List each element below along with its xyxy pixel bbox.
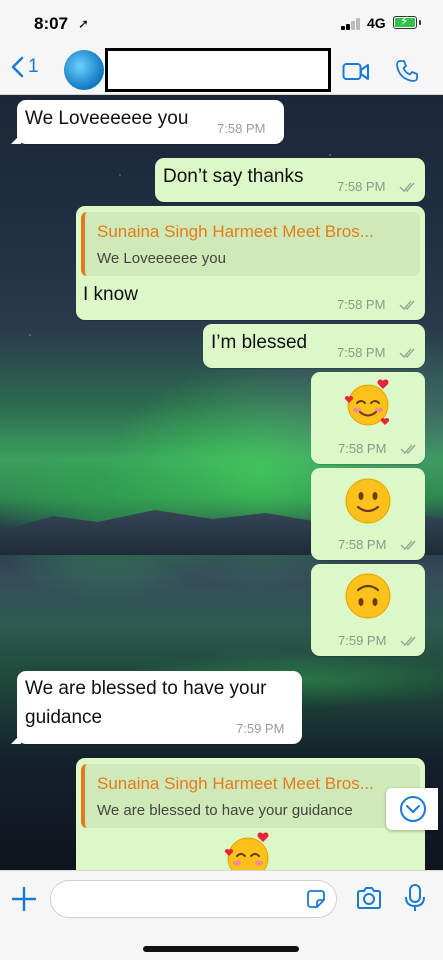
message-text: I know [83,284,138,305]
status-time: 8:07 [34,14,69,33]
read-receipt-icon [400,444,416,455]
chevron-down-icon [400,796,426,822]
signal-icon [341,18,363,30]
read-receipt-icon [400,540,416,551]
quoted-sender: Sunaina Singh Harmeet Meet Bros... [97,774,374,793]
avatar[interactable] [64,50,104,90]
emoji-message-bubble[interactable]: 7:58 PM [311,468,425,560]
message-text: Don’t say thanks [163,166,304,187]
status-bar: 8:07 ➚ 4G ⚡ [0,0,443,48]
emoji-message-bubble[interactable]: 7:59 PM [311,564,425,656]
message-text-line: We are blessed to have your [25,678,267,699]
message-time: 7:58 PM [337,297,386,312]
sticker-icon[interactable] [306,889,326,909]
quoted-text: We are blessed to have your guidance [97,802,353,819]
message-text-line: guidance [25,707,103,728]
video-call-icon[interactable] [342,61,370,83]
message-bubble[interactable]: I’m blessed 7:58 PM [203,324,425,368]
camera-icon[interactable] [355,885,383,911]
message-time: 7:58 PM [337,179,386,194]
plus-icon[interactable] [10,885,38,913]
read-receipt-icon [399,348,415,359]
message-time: 7:58 PM [337,345,386,360]
contact-name-redacted[interactable] [105,48,331,92]
reply-message-bubble[interactable]: Sunaina Singh Harmeet Meet Bros... We Lo… [76,206,425,320]
message-input[interactable] [65,887,305,911]
message-input-field[interactable] [50,880,337,918]
message-bubble[interactable]: We Loveeeeee you 7:58 PM [11,100,284,144]
emoji-message-bubble[interactable]: 7:58 PM [311,372,425,464]
unread-count: 1 [28,56,39,77]
battery-charging-icon: ⚡ [393,14,421,29]
message-text: We Loveeeeee you [25,108,189,129]
reply-message-bubble[interactable]: Sunaina Singh Harmeet Meet Bros... We ar… [76,758,425,870]
message-time: 7:58 PM [338,537,387,552]
smiling-face-with-hearts-icon [224,832,269,870]
quoted-message[interactable]: Sunaina Singh Harmeet Meet Bros... We ar… [81,764,420,828]
quoted-message[interactable]: Sunaina Singh Harmeet Meet Bros... We Lo… [81,212,420,276]
chat-area[interactable]: We Loveeeeee you 7:58 PM Don’t say thank… [0,95,443,870]
home-indicator[interactable] [143,946,299,952]
upside-down-face-icon [345,573,391,619]
network-label: 4G [367,15,386,31]
smiling-face-with-hearts-icon [344,379,390,426]
message-time: 7:58 PM [338,441,387,456]
quoted-text: We Loveeeeee you [97,250,226,267]
chat-header: 1 [0,48,443,95]
microphone-icon[interactable] [404,883,426,913]
message-time: 7:59 PM [236,721,285,736]
message-input-bar [0,870,443,960]
read-receipt-icon [399,182,415,193]
message-text: I’m blessed [211,332,308,353]
phone-call-icon[interactable] [395,59,419,83]
read-receipt-icon [400,636,416,647]
quoted-sender: Sunaina Singh Harmeet Meet Bros... [97,222,374,241]
scroll-to-bottom-button[interactable] [386,788,438,830]
message-bubble[interactable]: We are blessed to have your guidance 7:5… [11,671,302,744]
message-time: 7:59 PM [338,633,387,648]
slightly-smiling-face-icon [345,478,391,524]
message-time: 7:58 PM [217,121,266,136]
chevron-left-icon [11,56,24,78]
message-bubble[interactable]: Don’t say thanks 7:58 PM [155,158,425,202]
back-button[interactable]: 1 [10,56,39,78]
location-arrow-icon: ➚ [78,16,89,31]
read-receipt-icon [399,300,415,311]
